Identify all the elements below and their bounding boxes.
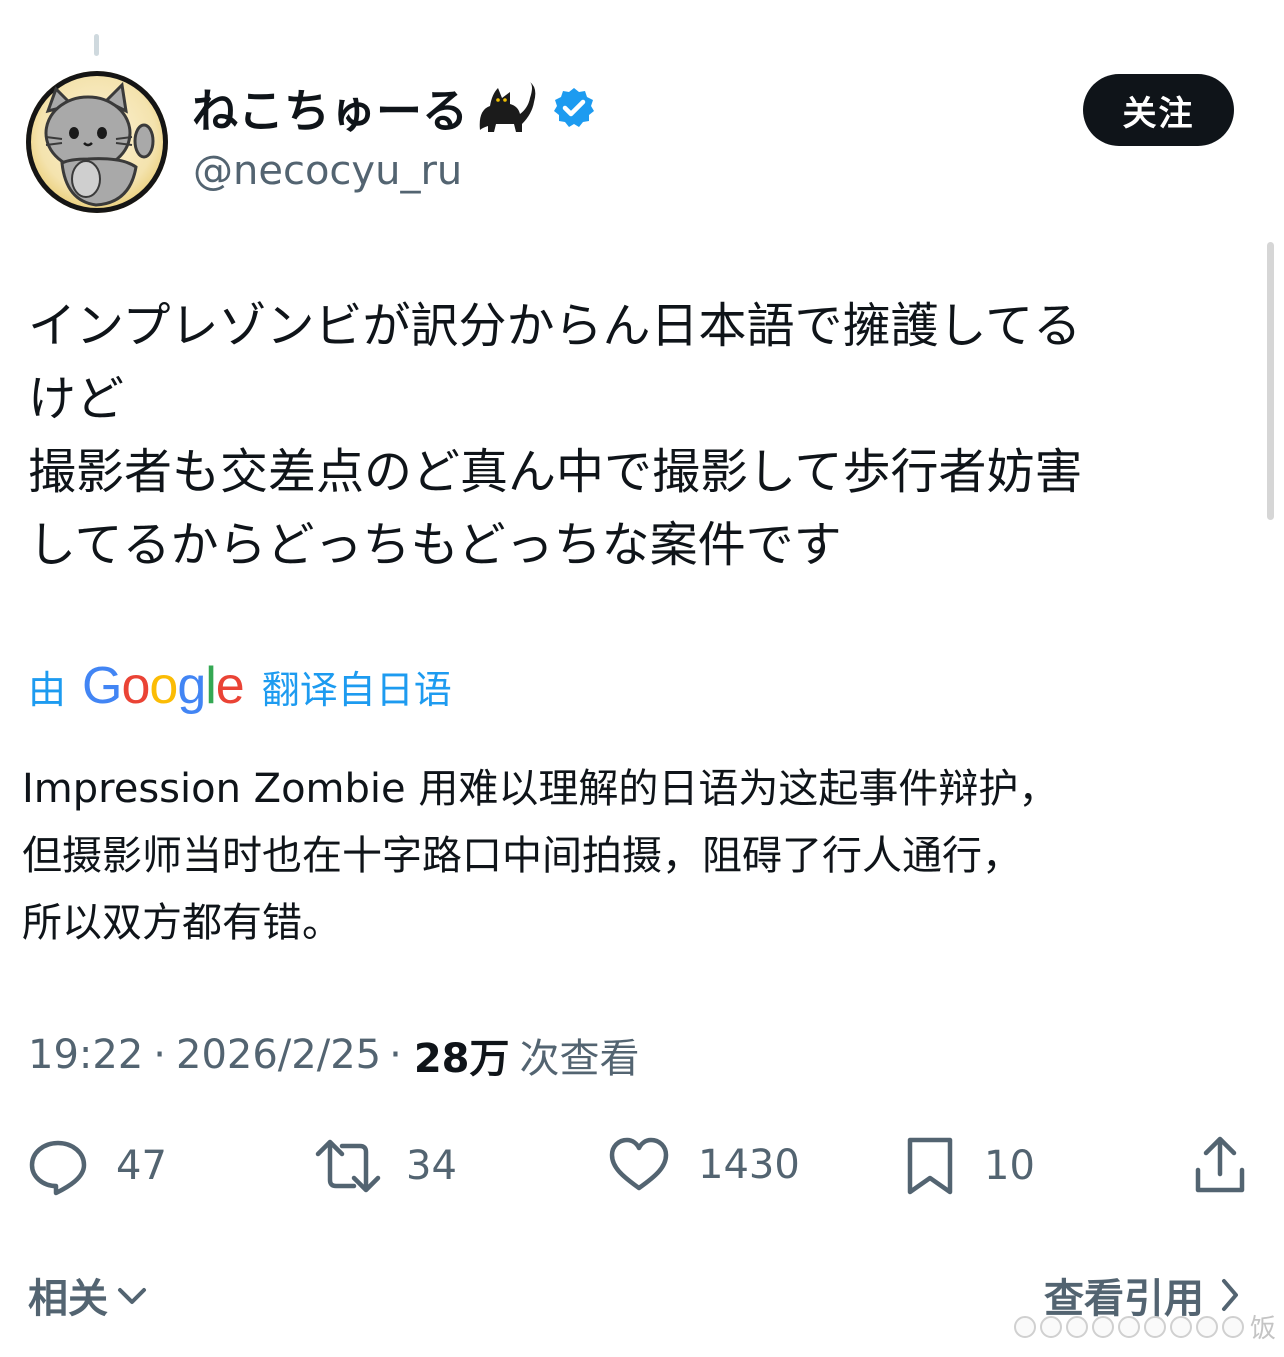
translated-text: Impression Zombie 用难以理解的日语为这起事件辩护， 但摄影师当…: [22, 756, 1242, 957]
tweet-text-line: してるからどっちもどっちな案件です: [28, 517, 842, 573]
like-count: 1430: [698, 1142, 800, 1188]
bookmark-icon: [907, 1137, 953, 1195]
meta-separator: ·: [153, 1032, 166, 1078]
related-label: 相关: [28, 1276, 108, 1322]
display-name-text: ねこちゅーる: [192, 84, 468, 138]
retweet-button[interactable]: 34: [314, 1136, 457, 1196]
google-logo-letter: e: [215, 657, 245, 715]
tweet-time[interactable]: 19:22: [28, 1032, 143, 1078]
verified-badge-icon[interactable]: [552, 86, 596, 130]
display-name[interactable]: ねこちゅーる: [192, 76, 596, 140]
tweet-text-line: けど: [28, 371, 125, 427]
translated-text-line: 所以双方都有错。: [22, 900, 342, 946]
chevron-down-icon: [118, 1288, 146, 1304]
translation-suffix: 翻译自日语: [261, 667, 452, 712]
bookmark-button[interactable]: 10: [904, 1136, 1035, 1196]
google-logo: Google: [82, 656, 245, 716]
google-logo-letter: o: [149, 657, 178, 715]
tweet-meta: 19:22 · 2026/2/25 · 28万 次查看: [28, 1026, 640, 1084]
thread-connector-line: [94, 34, 99, 56]
bookmark-count: 10: [984, 1143, 1035, 1189]
google-logo-letter: g: [177, 657, 206, 715]
reply-button[interactable]: 47: [28, 1136, 167, 1196]
reply-count: 47: [116, 1143, 167, 1189]
retweet-count: 34: [406, 1143, 457, 1189]
translated-text-line: Impression Zombie 用难以理解的日语为这起事件辩护，: [22, 766, 1059, 812]
share-button[interactable]: [1192, 1134, 1248, 1196]
action-bar: 47 34 1430 10: [0, 1130, 1284, 1200]
cat-avatar-illustration: [44, 81, 155, 207]
share-icon: [1195, 1136, 1245, 1193]
translated-text-line: 但摄影师当时也在十字路口中间拍摄，阻碍了行人通行，: [22, 833, 1022, 879]
reply-icon: [29, 1140, 87, 1196]
tweet-text-line: インプレゾンビが訳分からん日本語で擁護してる: [28, 298, 1082, 354]
tweet-date[interactable]: 2026/2/25: [176, 1032, 381, 1078]
watermark-logo: [1013, 1315, 1244, 1338]
tweet-text-line: 撮影者も交差点のど真ん中で撮影して歩行者妨害: [28, 444, 1083, 500]
heart-icon: [609, 1137, 669, 1191]
translation-attribution[interactable]: 由 Google 翻译自日语: [28, 656, 452, 716]
watermark: 饭: [1013, 1308, 1276, 1345]
follow-button[interactable]: 关注: [1083, 74, 1234, 146]
google-logo-letter: l: [205, 657, 217, 715]
related-toggle[interactable]: 相关: [28, 1266, 150, 1324]
avatar[interactable]: [26, 71, 168, 213]
views-label: 次查看: [519, 1036, 640, 1082]
watermark-text: 饭: [1249, 1314, 1276, 1344]
translation-prefix: 由: [28, 667, 67, 712]
meta-separator: ·: [389, 1032, 402, 1078]
retweet-icon: [315, 1139, 381, 1193]
user-handle[interactable]: @necocyu_ru: [193, 148, 462, 194]
black-cat-icon: [474, 80, 538, 136]
views-count: 28万: [413, 1036, 510, 1082]
google-logo-letter: G: [82, 657, 122, 715]
tweet-text: インプレゾンビが訳分からん日本語で擁護してる けど 撮影者も交差点のど真ん中で撮…: [28, 290, 1238, 582]
like-button[interactable]: 1430: [608, 1136, 800, 1194]
scrollbar-thumb[interactable]: [1267, 242, 1274, 520]
google-logo-letter: o: [121, 657, 150, 715]
